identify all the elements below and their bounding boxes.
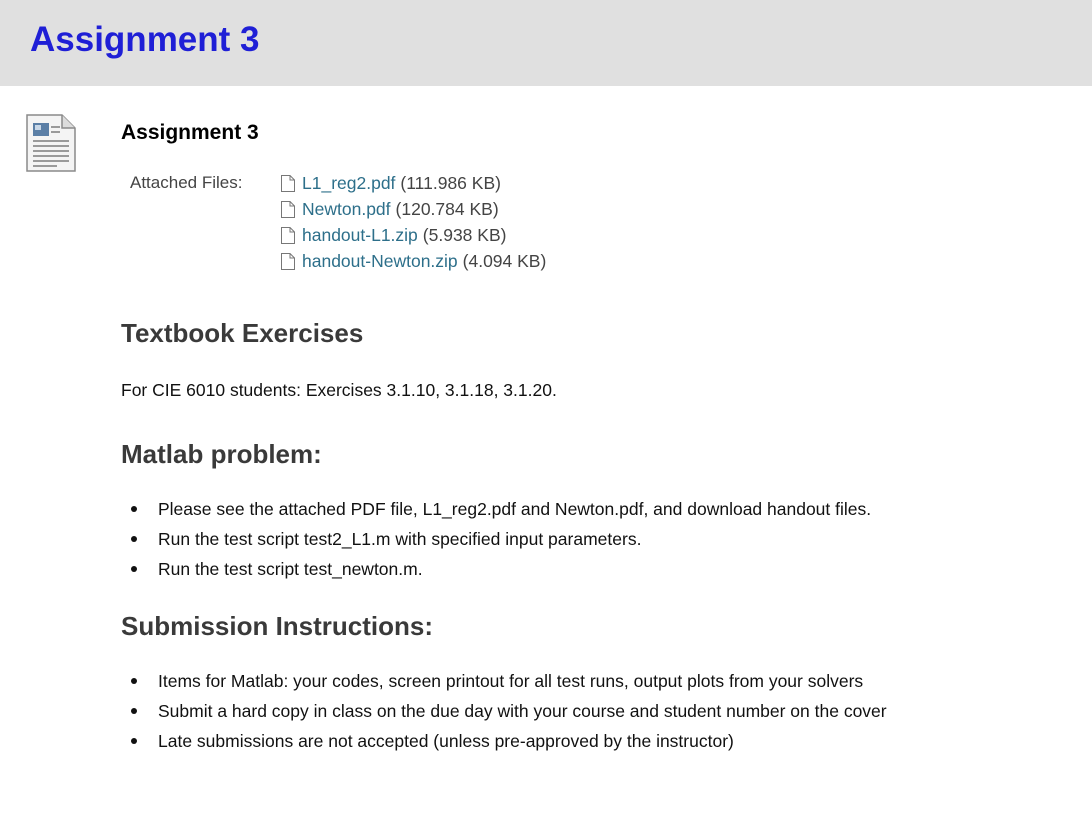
file-item: handout-L1.zip (5.938 KB) — [281, 222, 546, 248]
bullet-dot — [131, 536, 137, 542]
file-link-l1-reg2[interactable]: L1_reg2.pdf — [302, 170, 395, 196]
file-item: Newton.pdf (120.784 KB) — [281, 196, 546, 222]
bullet-dot — [131, 708, 137, 714]
list-item-text: Run the test script test_newton.m. — [158, 559, 423, 579]
matlab-heading: Matlab problem: — [121, 439, 322, 469]
bullet-dot — [131, 506, 137, 512]
bullet-dot — [131, 738, 137, 744]
submission-heading: Submission Instructions: — [121, 611, 434, 641]
list-item-text: Run the test script test2_L1.m with spec… — [158, 529, 642, 549]
file-size: (111.986 KB) — [400, 173, 501, 193]
bullet-dot — [131, 566, 137, 572]
list-item: Late submissions are not accepted (unles… — [121, 726, 1061, 756]
file-icon — [281, 226, 295, 244]
page-title: Assignment 3 — [30, 20, 260, 59]
list-item: Items for Matlab: your codes, screen pri… — [121, 666, 1061, 696]
list-item: Run the test script test_newton.m. — [121, 554, 1061, 584]
bullet-dot — [131, 678, 137, 684]
file-link-handout-newton[interactable]: handout-Newton.zip — [302, 248, 458, 274]
list-item: Run the test script test2_L1.m with spec… — [121, 524, 1061, 554]
item-title: Assignment 3 — [121, 121, 259, 144]
textbook-heading: Textbook Exercises — [121, 318, 364, 348]
matlab-list: Please see the attached PDF file, L1_reg… — [121, 494, 1061, 584]
file-link-handout-l1[interactable]: handout-L1.zip — [302, 222, 418, 248]
file-size: (4.094 KB) — [462, 251, 547, 271]
list-item: Please see the attached PDF file, L1_reg… — [121, 494, 1061, 524]
file-icon — [281, 200, 295, 218]
list-item-text: Late submissions are not accepted (unles… — [158, 731, 734, 751]
list-item: Submit a hard copy in class on the due d… — [121, 696, 1061, 726]
file-size: (5.938 KB) — [422, 225, 507, 245]
file-list: L1_reg2.pdf (111.986 KB) Newton.pdf (120… — [281, 170, 546, 274]
textbook-text: For CIE 6010 students: Exercises 3.1.10,… — [121, 380, 557, 400]
file-icon — [281, 174, 295, 192]
attached-files: Attached Files: L1_reg2.pdf (111.986 KB)… — [121, 170, 1061, 274]
item-content: Assignment 3 Attached Files: L1_reg2.pdf… — [121, 118, 1061, 756]
submission-list: Items for Matlab: your codes, screen pri… — [121, 666, 1061, 756]
list-item-text: Items for Matlab: your codes, screen pri… — [158, 671, 864, 691]
attached-files-label: Attached Files: — [130, 173, 243, 192]
list-item-text: Please see the attached PDF file, L1_reg… — [158, 499, 872, 519]
document-icon — [26, 114, 76, 172]
file-item: handout-Newton.zip (4.094 KB) — [281, 248, 546, 274]
file-link-newton[interactable]: Newton.pdf — [302, 196, 391, 222]
page-header: Assignment 3 — [0, 0, 1092, 86]
file-item: L1_reg2.pdf (111.986 KB) — [281, 170, 546, 196]
list-item-text: Submit a hard copy in class on the due d… — [158, 701, 887, 721]
file-size: (120.784 KB) — [395, 199, 499, 219]
file-icon — [281, 252, 295, 270]
